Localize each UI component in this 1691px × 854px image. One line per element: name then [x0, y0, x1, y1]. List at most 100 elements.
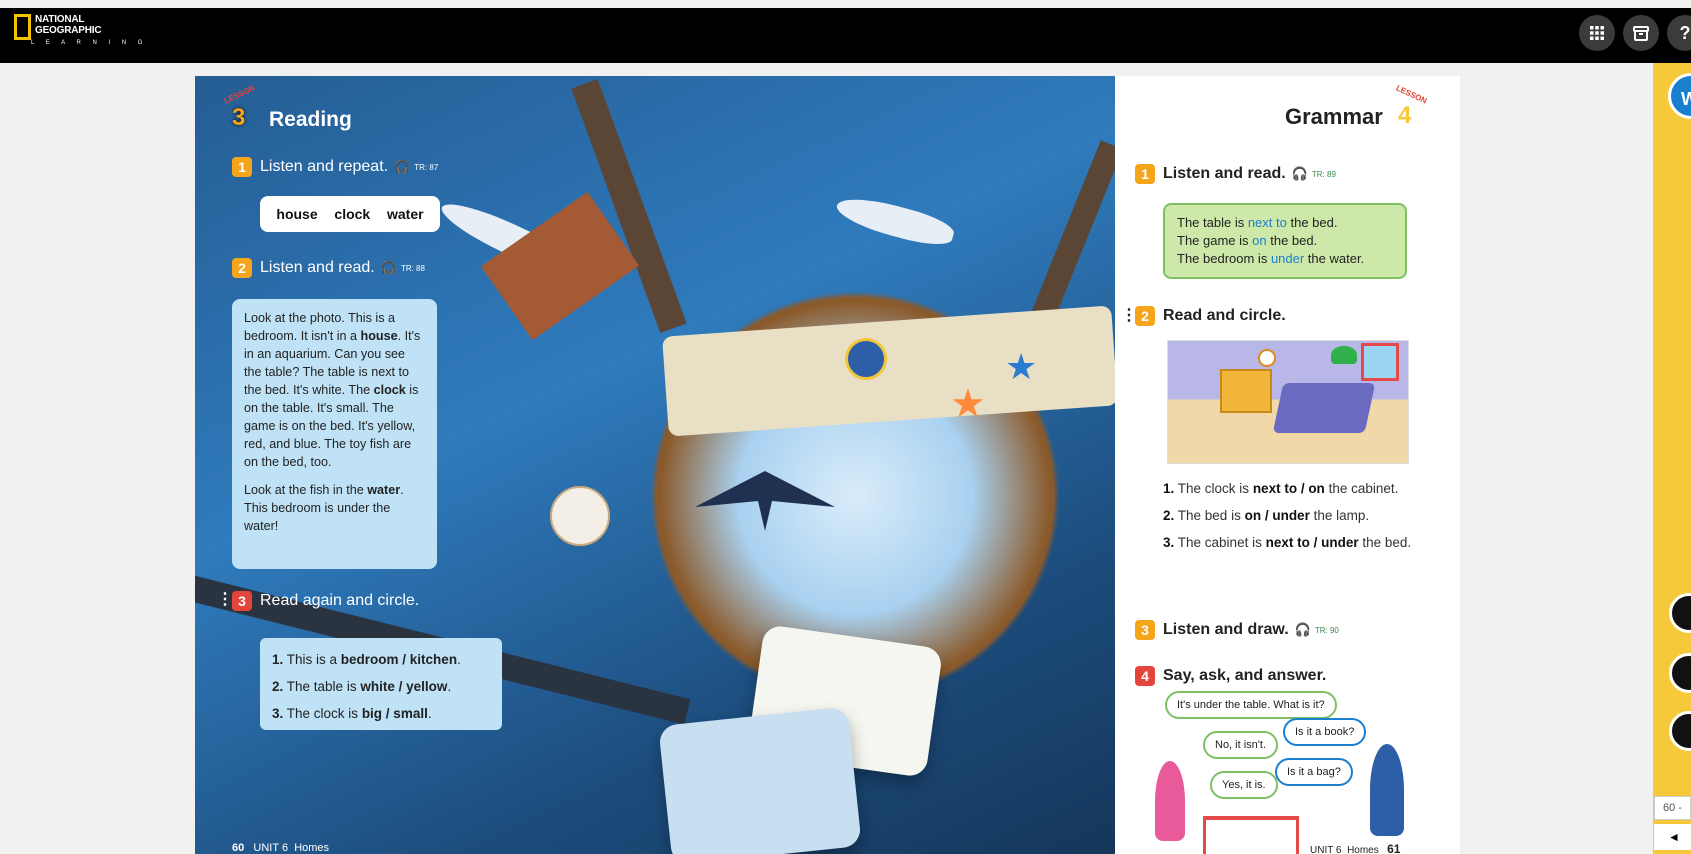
activity-number: 1 [232, 157, 252, 177]
passage-paragraph: Look at the photo. This is a bedroom. It… [244, 311, 421, 469]
top-bar: NATIONAL GEOGRAPHIC L E A R N I N G ? [0, 8, 1691, 63]
activity-label: Listen and draw. [1163, 621, 1289, 638]
game-image [845, 338, 887, 380]
bedroom-illustration [1167, 340, 1409, 464]
unit-topic: Homes [294, 842, 330, 854]
unit-label: UNIT 6 [253, 842, 289, 854]
activity-2-heading: 2 Read and circle. [1135, 306, 1286, 326]
activity-label: Read and circle. [1163, 307, 1286, 324]
activity-1-heading: 1 Listen and repeat. 🎧 TR: 87 [232, 157, 438, 177]
starfish-image: ★ [1005, 346, 1038, 387]
activity-label: Listen and read. [260, 259, 375, 276]
track-number: TR: 90 [1314, 625, 1339, 635]
activity-1-heading: 1 Listen and read. 🎧 TR: 89 [1135, 164, 1336, 184]
exercise-item[interactable]: 3. The cabinet is next to / under the be… [1163, 533, 1423, 552]
headphones-icon[interactable]: 🎧 [1295, 622, 1311, 637]
page-title-grammar: Grammar [1285, 104, 1383, 129]
left-page-footer: 60 UNIT 6 Homes [232, 842, 329, 854]
vocab-word[interactable]: clock [334, 206, 370, 222]
unit-topic: Homes [1347, 845, 1379, 854]
activity-number: 3 [1135, 620, 1155, 640]
lesson-number: 4 [1398, 102, 1412, 129]
window-image [1361, 343, 1399, 381]
logo-line3: L E A R N I N G [31, 40, 148, 46]
page-indicator[interactable]: 60 - [1654, 796, 1691, 820]
chat-tool-icon[interactable] [1669, 593, 1691, 633]
speech-bubble: Yes, it is. [1210, 771, 1278, 799]
national-geographic-logo[interactable]: NATIONAL GEOGRAPHIC L E A R N I N G [14, 14, 147, 46]
table-illustration [1203, 816, 1299, 854]
shark-image [833, 190, 957, 252]
activity-3-heading: 3 Read again and circle. [232, 591, 419, 611]
cabinet-image [1220, 369, 1272, 413]
starfish-image: ★ [950, 382, 986, 426]
speech-bubble: Is it a book? [1283, 718, 1367, 746]
vocab-word[interactable]: house [276, 206, 317, 222]
activity-2-heading: 2 Listen and read. 🎧 TR: 88 [232, 258, 425, 278]
passage-paragraph: Look at the fish in the water. This bedr… [244, 483, 404, 533]
grid-icon[interactable] [1579, 15, 1615, 51]
reading-passage: Look at the photo. This is a bedroom. It… [232, 299, 437, 569]
headphones-icon[interactable]: 🎧 [381, 260, 397, 275]
headphones-icon[interactable]: 🎧 [394, 159, 410, 174]
grammar-line: The bedroom is under the water. [1177, 251, 1365, 266]
activity-label: Listen and read. [1163, 165, 1286, 182]
exercise-item[interactable]: 1. This is a bedroom / kitchen. [272, 646, 490, 673]
eraser-tool-icon[interactable] [1669, 711, 1691, 751]
page-title-reading: Reading [269, 108, 352, 131]
exercise-item[interactable]: 2. The table is white / yellow. [272, 673, 490, 700]
manta-ray-image [695, 471, 835, 531]
boy-illustration [1370, 744, 1404, 836]
lesson-tag: LESSON [222, 83, 257, 106]
bed-blanket-image [662, 305, 1115, 437]
ladder-shelf-image [480, 191, 640, 341]
track-number: TR: 89 [1311, 169, 1336, 179]
vocab-word[interactable]: water [387, 206, 424, 222]
activity-number: 2 [1135, 306, 1155, 326]
right-page-footer: UNIT 6 Homes 61 [1310, 842, 1400, 854]
activity-3-heading: 3 Listen and draw. 🎧 TR: 90 [1135, 620, 1339, 640]
logo-line2: GEOGRAPHIC [35, 25, 102, 36]
speech-bubble: Is it a bag? [1275, 758, 1353, 786]
unit-label: UNIT 6 [1310, 845, 1342, 854]
table-image [550, 486, 610, 546]
right-sidebar: W 60 - ◄ [1653, 63, 1691, 854]
activity-label: Listen and repeat. [260, 158, 389, 175]
right-book-page: Grammar LESSON 4 1 Listen and read. 🎧 TR: 8… [1115, 76, 1460, 854]
activity-label: Read again and circle. [260, 592, 420, 609]
track-number: TR: 87 [414, 162, 439, 172]
exercise-item[interactable]: 2. The bed is on / under the lamp. [1163, 506, 1423, 525]
lamp-image [1331, 346, 1357, 364]
bed-image [1272, 383, 1376, 433]
speech-bubble: It's under the table. What is it? [1165, 691, 1337, 719]
exercise-item[interactable]: 3. The clock is big / small. [272, 700, 490, 727]
prev-page-button[interactable]: ◄ [1654, 824, 1691, 850]
activity-4-heading: 4 Say, ask, and answer. [1135, 666, 1326, 686]
grammar-line: The game is on the bed. [1177, 233, 1318, 248]
logo-line1: NATIONAL [35, 14, 85, 25]
headphones-icon[interactable]: 🎧 [1292, 166, 1308, 181]
help-icon[interactable]: ? [1667, 15, 1691, 51]
archive-icon[interactable] [1623, 15, 1659, 51]
lesson-number: 3 [232, 104, 246, 131]
word-badge-button[interactable]: W [1668, 73, 1691, 119]
circle-exercise: 1. This is a bedroom / kitchen. 2. The t… [260, 638, 502, 730]
speech-bubble: No, it isn't. [1203, 731, 1279, 759]
exercise-item[interactable]: 1. The clock is next to / on the cabinet… [1163, 479, 1423, 498]
circle-exercise: 1. The clock is next to / on the cabinet… [1163, 479, 1423, 560]
page-number: 61 [1387, 842, 1401, 854]
pen-tool-icon[interactable] [1669, 653, 1691, 693]
pillow-image [658, 706, 862, 854]
grammar-box: The table is next to the bed. The game i… [1163, 203, 1407, 279]
girl-illustration [1155, 761, 1185, 841]
activity-number: 2 [232, 258, 252, 278]
help-label: ? [1679, 22, 1691, 43]
activity-number: 3 [232, 591, 252, 611]
vocabulary-box: house clock water [260, 196, 440, 232]
track-number: TR: 88 [400, 263, 425, 273]
activity-number: 1 [1135, 164, 1155, 184]
drag-handle-icon[interactable]: ⋮ [217, 589, 233, 609]
ng-yellow-frame-icon [14, 14, 31, 40]
activity-label: Say, ask, and answer. [1163, 667, 1327, 684]
activity-number: 4 [1135, 666, 1155, 686]
